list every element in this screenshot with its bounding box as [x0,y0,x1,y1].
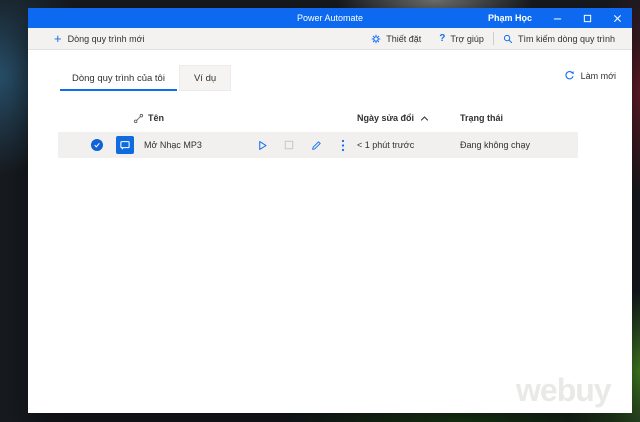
edit-flow-button[interactable] [309,138,323,152]
refresh-icon [564,70,575,81]
question-icon: ? [439,33,445,44]
check-icon [93,141,101,149]
settings-button[interactable]: Thiết đặt [362,28,430,49]
help-button[interactable]: ? Trợ giúp [430,28,493,49]
new-flow-button[interactable]: + Dòng quy trình mới [48,28,151,49]
pencil-icon [311,140,322,151]
minimize-icon [553,14,562,23]
tab-examples[interactable]: Ví dụ [179,65,231,91]
toolbar: + Dòng quy trình mới Thiết đặt ? Trợ giú… [28,28,632,50]
titlebar: Power Automate Phạm Học [28,8,632,28]
flow-name: Mở Nhạc MP3 [144,140,202,150]
close-button[interactable] [602,8,632,28]
settings-label: Thiết đặt [386,34,421,44]
play-icon [257,140,268,151]
refresh-button[interactable]: Làm mới [564,70,616,81]
new-flow-label: Dòng quy trình mới [68,34,145,44]
row-selected-checkbox[interactable] [91,139,103,151]
maximize-icon [583,14,592,23]
flow-modified: < 1 phút trước [357,140,414,150]
gear-icon [371,34,381,44]
titlebar-controls: Phạm Học [488,8,632,28]
table-header: Tên Ngày sửa đổi Trạng thái [58,112,606,130]
column-header-status[interactable]: Trạng thái [460,113,503,123]
stop-icon [284,140,294,150]
flow-status: Đang không chạy [460,140,530,150]
tab-bar: Dòng quy trình của tôi Ví dụ [58,65,231,91]
close-icon [613,14,622,23]
desktop-flow-icon [116,136,134,154]
help-label: Trợ giúp [450,34,484,44]
stop-flow-button[interactable] [282,138,296,152]
more-actions-button[interactable] [336,138,350,152]
user-name: Phạm Học [488,13,532,23]
search-flows-label: Tìm kiếm dòng quy trình [518,34,615,44]
more-dots-icon [341,139,345,152]
main-content: Dòng quy trình của tôi Ví dụ Làm mới Tên… [28,50,632,412]
column-header-modified[interactable]: Ngày sửa đổi [357,113,429,123]
app-window: Power Automate Phạm Học + Dòng quy trình… [28,8,632,413]
toolbar-actions: Thiết đặt ? Trợ giúp Tìm kiếm dòng quy t… [362,28,624,49]
maximize-button[interactable] [572,8,602,28]
search-icon [503,34,513,44]
minimize-button[interactable] [542,8,572,28]
tab-my-flows[interactable]: Dòng quy trình của tôi [58,65,179,91]
run-flow-button[interactable] [255,138,269,152]
watermark: webuy [516,372,611,409]
column-header-name[interactable]: Tên [148,113,164,123]
run-link-icon [133,113,144,126]
sort-ascending-icon [420,115,429,122]
refresh-label: Làm mới [581,71,616,81]
plus-icon: + [54,32,62,45]
search-flows-button[interactable]: Tìm kiếm dòng quy trình [494,28,624,49]
column-header-modified-label: Ngày sửa đổi [357,113,414,123]
flow-row[interactable]: Mở Nhạc MP3 [58,132,578,158]
